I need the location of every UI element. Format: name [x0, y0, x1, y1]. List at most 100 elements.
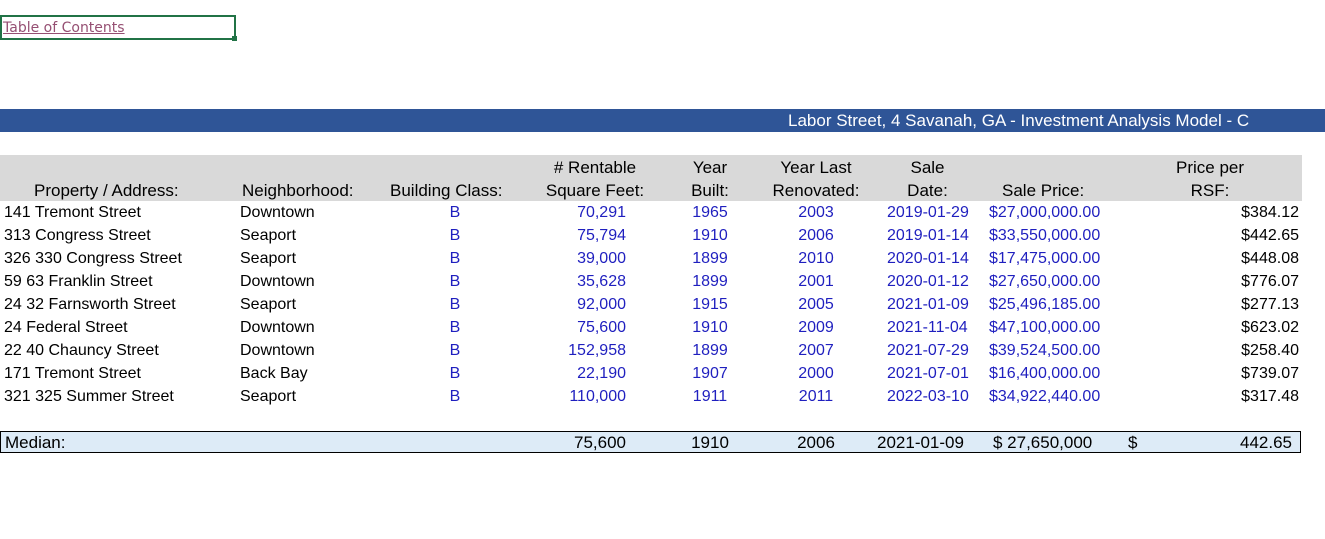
cell-building-class: B	[449, 388, 461, 405]
cell-year-renovated: 2003	[798, 204, 834, 221]
cell-neighborhood: Downtown	[240, 273, 315, 290]
cell-sale-price: $25,496,185.00	[989, 296, 1101, 313]
header-year-last-1: Year Last	[780, 158, 852, 177]
cell-address: 141 Tremont Street	[4, 204, 141, 221]
cell-year-renovated: 2005	[798, 296, 834, 313]
cell-year-built: 1910	[692, 319, 728, 336]
cell-sale-price: $47,100,000.00	[989, 319, 1101, 336]
median-label: Median:	[5, 433, 66, 452]
header-year-last-2: Renovated:	[772, 181, 860, 200]
cell-sale-price: $27,000,000.00	[989, 204, 1101, 221]
cell-sale-date: 2021-07-01	[887, 365, 969, 382]
cell-year-built: 1907	[692, 365, 728, 382]
cell-building-class: B	[449, 227, 461, 244]
cell-sqft: 110,000	[569, 388, 626, 405]
cell-year-built: 1915	[692, 296, 728, 313]
cell-building-class: B	[449, 342, 461, 359]
cell-year-renovated: 2007	[798, 342, 834, 359]
cell-sale-date: 2022-03-10	[887, 388, 969, 405]
cell-address: 24 32 Farnsworth Street	[4, 296, 176, 313]
cell-price-rsf: $448.08	[1241, 250, 1299, 267]
cell-year-renovated: 2000	[798, 365, 834, 382]
cell-price-rsf: $384.12	[1241, 204, 1299, 221]
cell-sqft: 92,000	[577, 296, 626, 313]
header-rentable-1: # Rentable	[553, 158, 637, 177]
cell-year-built: 1911	[692, 388, 728, 405]
median-sqft: 75,600	[574, 433, 626, 452]
cell-building-class: B	[449, 204, 461, 221]
cell-price-rsf: $317.48	[1241, 388, 1299, 405]
cell-address: 171 Tremont Street	[4, 365, 141, 382]
cell-sqft: 75,600	[577, 319, 626, 336]
header-sale-price: Sale Price:	[1002, 181, 1085, 200]
cell-year-built: 1965	[692, 204, 728, 221]
cell-sqft: 70,291	[577, 204, 626, 221]
cell-price-rsf: $776.07	[1241, 273, 1299, 290]
cell-sqft: 152,958	[568, 342, 626, 359]
cell-year-renovated: 2009	[798, 319, 834, 336]
cell-price-rsf: $258.40	[1241, 342, 1299, 359]
cell-sale-price: $17,475,000.00	[989, 250, 1101, 267]
cell-address: 59 63 Franklin Street	[4, 273, 153, 290]
cell-building-class: B	[449, 250, 461, 267]
cell-building-class: B	[449, 319, 461, 336]
cell-year-built: 1899	[692, 250, 728, 267]
model-title: Labor Street, 4 Savanah, GA - Investment…	[788, 111, 1250, 130]
cell-year-renovated: 2010	[798, 250, 834, 267]
cell-address: 22 40 Chauncy Street	[4, 342, 159, 359]
cell-neighborhood: Downtown	[240, 319, 315, 336]
cell-sale-date: 2021-07-29	[887, 342, 969, 359]
cell-sale-date: 2020-01-12	[887, 273, 969, 290]
header-price-rsf-2: RSF:	[1190, 181, 1230, 200]
cell-building-class: B	[449, 296, 461, 313]
cell-sqft: 75,794	[577, 227, 626, 244]
cell-neighborhood: Seaport	[240, 296, 297, 313]
cell-neighborhood: Downtown	[240, 342, 315, 359]
cell-address: 326 330 Congress Street	[4, 250, 182, 267]
cell-year-renovated: 2006	[798, 227, 834, 244]
cell-sale-date: 2021-01-09	[887, 296, 969, 313]
median-year-built: 1910	[691, 433, 729, 452]
cell-sale-price: $33,550,000.00	[989, 227, 1101, 244]
cell-price-rsf: $442.65	[1241, 227, 1299, 244]
cell-year-renovated: 2011	[798, 388, 834, 405]
cell-sale-date: 2020-01-14	[887, 250, 969, 267]
cell-address: 24 Federal Street	[4, 319, 128, 336]
cell-sale-price: $34,922,440.00	[989, 388, 1101, 405]
cell-year-renovated: 2001	[798, 273, 834, 290]
cell-sale-price: $39,524,500.00	[989, 342, 1101, 359]
cell-neighborhood: Downtown	[240, 204, 315, 221]
cell-neighborhood: Back Bay	[240, 365, 308, 382]
header-sale-date-1: Sale	[910, 158, 945, 177]
cell-sale-date: 2021-11-04	[887, 319, 968, 336]
cell-neighborhood: Seaport	[240, 388, 297, 405]
cell-neighborhood: Seaport	[240, 227, 297, 244]
cell-building-class: B	[449, 365, 461, 382]
median-sale-date: 2021-01-09	[877, 433, 964, 452]
fill-handle[interactable]	[232, 36, 237, 41]
cell-price-rsf: $623.02	[1241, 319, 1299, 336]
header-year-built-2: Built:	[691, 181, 729, 200]
cell-sale-price: $27,650,000.00	[989, 273, 1101, 290]
cell-year-built: 1899	[692, 342, 728, 359]
cell-address: 321 325 Summer Street	[4, 388, 174, 405]
cell-year-built: 1910	[692, 227, 728, 244]
header-rentable-2: Square Feet:	[545, 181, 645, 200]
cell-sale-date: 2019-01-29	[887, 204, 969, 221]
cell-building-class: B	[449, 273, 461, 290]
cell-address: 313 Congress Street	[4, 227, 151, 244]
median-sale-price: $ 27,650,000	[993, 433, 1093, 452]
cell-sale-date: 2019-01-14	[887, 227, 969, 244]
cell-price-rsf: $739.07	[1241, 365, 1299, 382]
table-of-contents-link[interactable]: Table of Contents	[3, 20, 125, 36]
header-year-built-1: Year	[692, 158, 728, 177]
header-price-rsf-1: Price per	[1175, 158, 1245, 177]
cell-sqft: 22,190	[577, 365, 626, 382]
header-building-class: Building Class:	[390, 181, 503, 200]
median-band	[0, 431, 1301, 453]
cell-sqft: 39,000	[577, 250, 626, 267]
cell-year-built: 1899	[692, 273, 728, 290]
cell-sqft: 35,628	[577, 273, 626, 290]
header-sale-date-2: Date:	[907, 181, 948, 200]
header-neighborhood: Neighborhood:	[242, 181, 354, 200]
